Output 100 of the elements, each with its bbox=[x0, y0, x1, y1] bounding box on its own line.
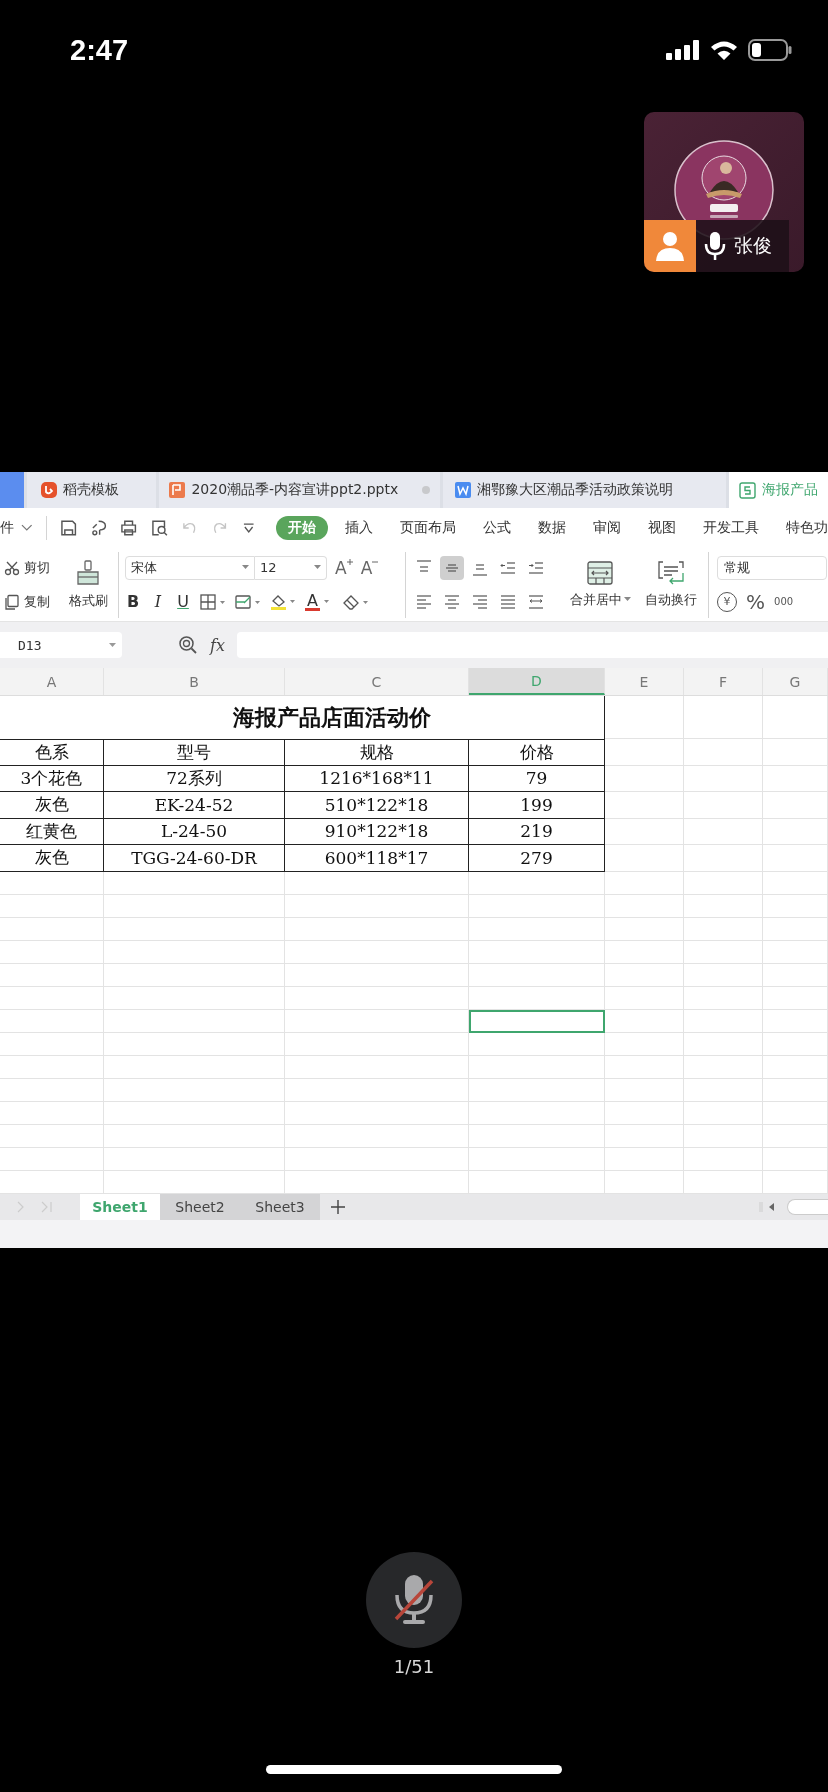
empty-cell[interactable] bbox=[763, 1101, 828, 1125]
empty-cell[interactable] bbox=[605, 765, 684, 792]
empty-cell[interactable] bbox=[104, 1147, 285, 1171]
empty-cell[interactable] bbox=[684, 845, 763, 872]
sheet-tab[interactable]: Sheet3 bbox=[240, 1194, 320, 1220]
empty-cell[interactable] bbox=[684, 696, 763, 739]
horizontal-scrollbar[interactable] bbox=[787, 1199, 828, 1215]
save-icon[interactable] bbox=[59, 519, 77, 537]
empty-cell[interactable] bbox=[104, 1009, 285, 1033]
empty-cell[interactable] bbox=[763, 986, 828, 1010]
empty-cell[interactable] bbox=[684, 894, 763, 918]
empty-cell[interactable] bbox=[684, 940, 763, 964]
empty-cell[interactable] bbox=[469, 1055, 605, 1079]
empty-cell[interactable] bbox=[0, 1009, 104, 1033]
empty-cell[interactable] bbox=[763, 1032, 828, 1056]
empty-cell[interactable] bbox=[763, 765, 828, 792]
empty-cell[interactable] bbox=[763, 739, 828, 766]
borders-button[interactable] bbox=[200, 593, 226, 610]
empty-cell[interactable] bbox=[469, 1170, 605, 1194]
column-header[interactable]: F bbox=[684, 668, 763, 695]
empty-cell[interactable] bbox=[763, 696, 828, 739]
column-header[interactable]: A bbox=[0, 668, 104, 695]
empty-cell[interactable] bbox=[605, 1055, 684, 1079]
output-icon[interactable] bbox=[89, 519, 108, 537]
empty-cell[interactable] bbox=[285, 1170, 469, 1194]
name-box[interactable]: D13 bbox=[0, 632, 122, 658]
ribbon-tab[interactable]: 开发工具 bbox=[703, 516, 759, 540]
empty-cell[interactable] bbox=[285, 986, 469, 1010]
empty-cell[interactable] bbox=[605, 1147, 684, 1171]
empty-cell[interactable] bbox=[684, 1032, 763, 1056]
empty-cell[interactable] bbox=[0, 871, 104, 895]
empty-cell[interactable] bbox=[285, 894, 469, 918]
format-painter-button[interactable]: 格式刷 bbox=[62, 548, 114, 621]
empty-cell[interactable] bbox=[285, 1078, 469, 1102]
thousands-format-button[interactable]: 000 bbox=[774, 596, 794, 607]
empty-cell[interactable] bbox=[605, 1170, 684, 1194]
empty-cell[interactable] bbox=[763, 1170, 828, 1194]
empty-cell[interactable] bbox=[605, 696, 684, 739]
empty-cell[interactable] bbox=[285, 1055, 469, 1079]
empty-cell[interactable] bbox=[763, 1124, 828, 1148]
eraser-button[interactable] bbox=[341, 593, 370, 610]
chevron-down-icon[interactable] bbox=[21, 524, 33, 532]
empty-cell[interactable] bbox=[763, 963, 828, 987]
document-tab[interactable]: 2020潮品季-内容宣讲ppt2.pptx bbox=[159, 472, 441, 508]
empty-cell[interactable] bbox=[0, 1101, 104, 1125]
empty-cell[interactable] bbox=[763, 940, 828, 964]
copy-button[interactable]: 复制 bbox=[4, 592, 50, 611]
decrease-font-button[interactable]: A bbox=[360, 557, 379, 578]
ribbon-tab[interactable]: 页面布局 bbox=[400, 516, 456, 540]
empty-cell[interactable] bbox=[684, 1055, 763, 1079]
empty-cell[interactable] bbox=[605, 1009, 684, 1033]
empty-cell[interactable] bbox=[0, 1078, 104, 1102]
column-header[interactable]: B bbox=[104, 668, 285, 695]
empty-cell[interactable] bbox=[285, 940, 469, 964]
empty-cell[interactable] bbox=[104, 917, 285, 941]
ribbon-tab[interactable]: 插入 bbox=[345, 516, 373, 540]
empty-cell[interactable] bbox=[285, 1032, 469, 1056]
empty-cell[interactable] bbox=[104, 1124, 285, 1148]
ribbon-tab[interactable]: 数据 bbox=[538, 516, 566, 540]
empty-cell[interactable] bbox=[684, 871, 763, 895]
empty-cell[interactable] bbox=[605, 917, 684, 941]
selected-cell[interactable] bbox=[469, 1009, 605, 1033]
column-header[interactable]: E bbox=[605, 668, 684, 695]
empty-cell[interactable] bbox=[0, 917, 104, 941]
number-format-field[interactable]: 常规 bbox=[717, 555, 827, 580]
empty-cell[interactable] bbox=[763, 818, 828, 845]
empty-cell[interactable] bbox=[684, 1124, 763, 1148]
empty-cell[interactable] bbox=[605, 818, 684, 845]
empty-cell[interactable] bbox=[684, 792, 763, 819]
empty-cell[interactable] bbox=[469, 1078, 605, 1102]
empty-cell[interactable] bbox=[104, 963, 285, 987]
empty-cell[interactable] bbox=[763, 792, 828, 819]
empty-cell[interactable] bbox=[104, 1032, 285, 1056]
empty-cell[interactable] bbox=[684, 1009, 763, 1033]
scroll-left-icon[interactable] bbox=[759, 1201, 777, 1213]
empty-cell[interactable] bbox=[684, 1078, 763, 1102]
empty-cell[interactable] bbox=[104, 1170, 285, 1194]
empty-cell[interactable] bbox=[285, 963, 469, 987]
empty-cell[interactable] bbox=[684, 818, 763, 845]
empty-cell[interactable] bbox=[763, 1147, 828, 1171]
print-preview-icon[interactable] bbox=[150, 519, 168, 537]
empty-cell[interactable] bbox=[605, 940, 684, 964]
empty-cell[interactable] bbox=[684, 1170, 763, 1194]
ribbon-tab[interactable]: 视图 bbox=[648, 516, 676, 540]
empty-cell[interactable] bbox=[104, 871, 285, 895]
empty-cell[interactable] bbox=[605, 963, 684, 987]
empty-cell[interactable] bbox=[763, 917, 828, 941]
empty-cell[interactable] bbox=[605, 1078, 684, 1102]
empty-cell[interactable] bbox=[684, 1147, 763, 1171]
empty-cell[interactable] bbox=[0, 894, 104, 918]
print-icon[interactable] bbox=[120, 519, 138, 537]
empty-cell[interactable] bbox=[763, 1009, 828, 1033]
empty-cell[interactable] bbox=[104, 986, 285, 1010]
empty-cell[interactable] bbox=[684, 765, 763, 792]
empty-cell[interactable] bbox=[285, 1124, 469, 1148]
empty-cell[interactable] bbox=[605, 845, 684, 872]
percent-format-button[interactable]: % bbox=[746, 589, 765, 614]
merge-center-button[interactable]: 合并居中 bbox=[562, 548, 638, 621]
empty-cell[interactable] bbox=[469, 1101, 605, 1125]
empty-cell[interactable] bbox=[285, 1009, 469, 1033]
